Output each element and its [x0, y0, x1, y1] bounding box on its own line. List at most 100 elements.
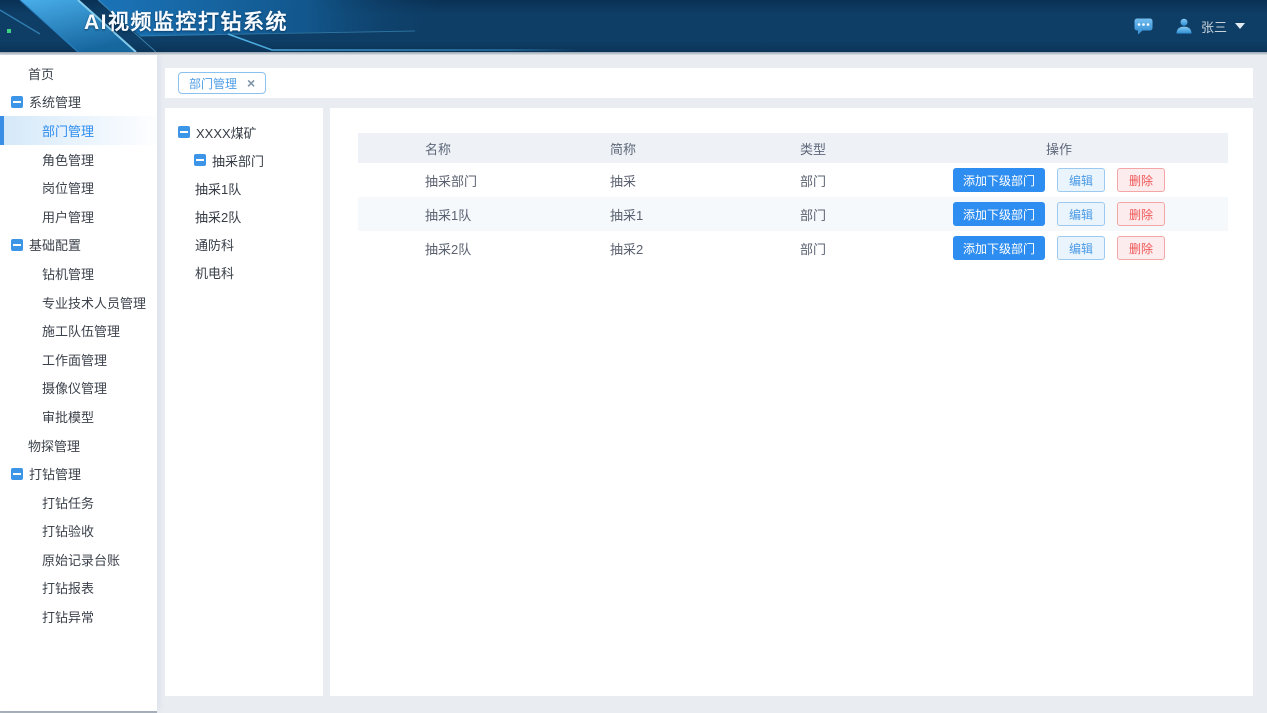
- sidebar-item-drilling-report[interactable]: 打钻报表: [0, 574, 157, 603]
- edit-button[interactable]: 编辑: [1057, 236, 1105, 260]
- table-body: 抽采部门抽采部门添加下级部门编辑删除抽采1队抽采1部门添加下级部门编辑删除抽采2…: [358, 163, 1228, 265]
- tree-node-extraction-dept[interactable]: 抽采部门: [165, 146, 323, 174]
- edit-button[interactable]: 编辑: [1057, 202, 1105, 226]
- cell-name: 抽采部门: [358, 171, 543, 190]
- sidebar-item-label: 岗位管理: [42, 178, 94, 197]
- cell-type: 部门: [733, 171, 890, 190]
- sidebar-item-label: 专业技术人员管理: [42, 293, 146, 312]
- sidebar-item-approval-model[interactable]: 审批模型: [0, 402, 157, 431]
- tab-close-icon[interactable]: ×: [247, 76, 255, 90]
- tab-dept-mgmt[interactable]: 部门管理 ×: [178, 72, 266, 94]
- cell-actions: 添加下级部门编辑删除: [890, 236, 1228, 260]
- sidebar-item-label: 打钻任务: [42, 493, 94, 512]
- tree-node-mechanical-electrical-section[interactable]: 机电科: [165, 258, 323, 286]
- person-icon[interactable]: [1175, 17, 1193, 35]
- collapse-minus-icon[interactable]: [11, 468, 23, 480]
- tree-node-label: 通防科: [195, 235, 234, 254]
- tree-node-coal-mine[interactable]: XXXX煤矿: [165, 118, 323, 146]
- sidebar-item-home[interactable]: 首页: [0, 59, 157, 88]
- sidebar-item-system-mgmt[interactable]: 系统管理: [0, 88, 157, 117]
- sidebar-item-user-mgmt[interactable]: 用户管理: [0, 202, 157, 231]
- sidebar-item-label: 打钻验收: [42, 521, 94, 540]
- tree-node-extraction-team-2[interactable]: 抽采2队: [165, 202, 323, 230]
- sidebar-item-label: 首页: [28, 64, 54, 83]
- sidebar-item-dept-mgmt[interactable]: 部门管理: [0, 116, 157, 145]
- table-header-row: 名称 简称 类型 操作: [358, 133, 1228, 163]
- col-name: 名称: [358, 139, 543, 158]
- tree-node-label: XXXX煤矿: [196, 123, 257, 142]
- cell-type: 部门: [733, 205, 890, 224]
- sidebar-item-label: 系统管理: [29, 92, 81, 111]
- tree-node-ventilation-section[interactable]: 通防科: [165, 230, 323, 258]
- org-tree-panel: XXXX煤矿抽采部门抽采1队抽采2队通防科机电科: [165, 108, 323, 696]
- tree-node-label: 抽采部门: [212, 151, 264, 170]
- sidebar-item-construction-team-mgmt[interactable]: 施工队伍管理: [0, 316, 157, 345]
- cell-name: 抽采2队: [358, 239, 543, 258]
- delete-button[interactable]: 删除: [1117, 168, 1165, 192]
- edit-button[interactable]: 编辑: [1057, 168, 1105, 192]
- sidebar-item-label: 钻机管理: [42, 264, 94, 283]
- sidebar-item-working-face-mgmt[interactable]: 工作面管理: [0, 345, 157, 374]
- cell-actions: 添加下级部门编辑删除: [890, 168, 1228, 192]
- delete-button[interactable]: 删除: [1117, 236, 1165, 260]
- sidebar-item-basic-config[interactable]: 基础配置: [0, 231, 157, 260]
- sidebar-item-label: 打钻报表: [42, 578, 94, 597]
- add-sub-dept-button[interactable]: 添加下级部门: [953, 202, 1045, 226]
- dept-table-panel: 名称 简称 类型 操作 抽采部门抽采部门添加下级部门编辑删除抽采1队抽采1部门添…: [330, 108, 1253, 696]
- sidebar-item-label: 摄像仪管理: [42, 378, 107, 397]
- sidebar-item-drilling-acceptance[interactable]: 打钻验收: [0, 517, 157, 546]
- tab-bar: 部门管理 ×: [165, 68, 1253, 98]
- sidebar-item-drilling-anomaly[interactable]: 打钻异常: [0, 602, 157, 631]
- cell-short-name: 抽采2: [543, 239, 733, 258]
- col-short-name: 简称: [543, 139, 733, 158]
- collapse-minus-icon[interactable]: [194, 154, 206, 166]
- app-root: AI视频监控打钻系统: [0, 0, 1267, 713]
- chat-icon[interactable]: [1134, 18, 1153, 35]
- cell-short-name: 抽采1: [543, 205, 733, 224]
- sidebar: 首页系统管理部门管理角色管理岗位管理用户管理基础配置钻机管理专业技术人员管理施工…: [0, 55, 157, 711]
- cell-short-name: 抽采: [543, 171, 733, 190]
- sidebar-item-role-mgmt[interactable]: 角色管理: [0, 145, 157, 174]
- add-sub-dept-button[interactable]: 添加下级部门: [953, 236, 1045, 260]
- sidebar-item-drill-rig-mgmt[interactable]: 钻机管理: [0, 259, 157, 288]
- sidebar-item-label: 施工队伍管理: [42, 321, 120, 340]
- header-shadow-edge: [0, 52, 1267, 55]
- sidebar-item-label: 打钻异常: [42, 607, 94, 626]
- sidebar-item-post-mgmt[interactable]: 岗位管理: [0, 173, 157, 202]
- dept-table: 名称 简称 类型 操作 抽采部门抽采部门添加下级部门编辑删除抽采1队抽采1部门添…: [358, 133, 1228, 265]
- tree-node-label: 抽采2队: [195, 207, 241, 226]
- tree-node-label: 抽采1队: [195, 179, 241, 198]
- cell-name: 抽采1队: [358, 205, 543, 224]
- sidebar-item-label: 部门管理: [42, 121, 94, 140]
- sidebar-menu: 首页系统管理部门管理角色管理岗位管理用户管理基础配置钻机管理专业技术人员管理施工…: [0, 59, 157, 631]
- col-type: 类型: [733, 139, 890, 158]
- user-name[interactable]: 张三: [1201, 17, 1227, 36]
- collapse-minus-icon[interactable]: [11, 239, 23, 251]
- sidebar-item-label: 基础配置: [29, 235, 81, 254]
- sidebar-item-label: 审批模型: [42, 407, 94, 426]
- org-tree: XXXX煤矿抽采部门抽采1队抽采2队通防科机电科: [165, 118, 323, 286]
- sidebar-item-label: 原始记录台账: [42, 550, 120, 569]
- top-header: AI视频监控打钻系统: [0, 0, 1267, 52]
- sidebar-item-geophysical-mgmt[interactable]: 物探管理: [0, 431, 157, 460]
- chevron-down-icon[interactable]: [1235, 23, 1245, 29]
- add-sub-dept-button[interactable]: 添加下级部门: [953, 168, 1045, 192]
- sidebar-item-drilling-task[interactable]: 打钻任务: [0, 488, 157, 517]
- sidebar-item-label: 打钻管理: [29, 464, 81, 483]
- sidebar-item-original-record-ledger[interactable]: 原始记录台账: [0, 545, 157, 574]
- sidebar-item-camera-mgmt[interactable]: 摄像仪管理: [0, 374, 157, 403]
- collapse-minus-icon[interactable]: [11, 96, 23, 108]
- collapse-minus-icon[interactable]: [178, 126, 190, 138]
- cell-type: 部门: [733, 239, 890, 258]
- sidebar-item-drilling-mgmt[interactable]: 打钻管理: [0, 459, 157, 488]
- app-title: AI视频监控打钻系统: [84, 0, 288, 46]
- cell-actions: 添加下级部门编辑删除: [890, 202, 1228, 226]
- sidebar-item-label: 用户管理: [42, 207, 94, 226]
- sidebar-item-label: 角色管理: [42, 150, 94, 169]
- tree-node-extraction-team-1[interactable]: 抽采1队: [165, 174, 323, 202]
- tree-node-label: 机电科: [195, 263, 234, 282]
- table-row: 抽采部门抽采部门添加下级部门编辑删除: [358, 163, 1228, 197]
- table-row: 抽采1队抽采1部门添加下级部门编辑删除: [358, 197, 1228, 231]
- sidebar-item-tech-personnel-mgmt[interactable]: 专业技术人员管理: [0, 288, 157, 317]
- delete-button[interactable]: 删除: [1117, 202, 1165, 226]
